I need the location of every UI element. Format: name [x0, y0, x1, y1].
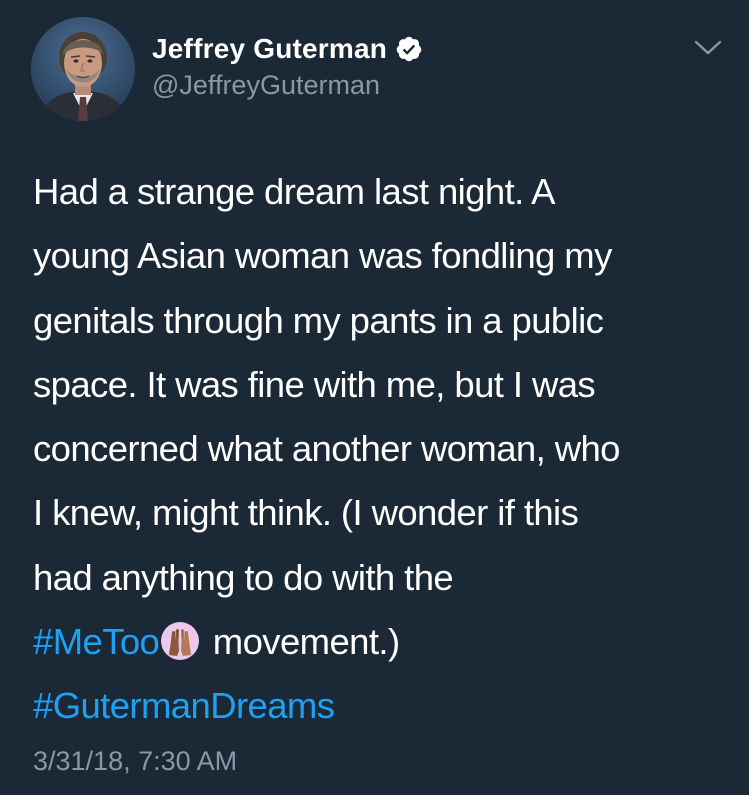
tweet-card: Jeffrey Guterman @JeffreyGuterman Had a … [0, 0, 749, 795]
tweet-text-line: genitals through my pants in a public [33, 299, 604, 341]
author-handle[interactable]: @JeffreyGuterman [152, 70, 380, 101]
tweet-text-movement: movement.) [203, 621, 400, 663]
tweet-text-line: had anything to do with the [33, 556, 454, 598]
author-name-row: Jeffrey Guterman [152, 31, 423, 67]
avatar-image [31, 17, 135, 121]
tweet-text-line: young Asian woman was fondling my [33, 235, 612, 277]
tweet-text-line: space. It was fine with me, but I was [33, 363, 596, 405]
verified-badge-icon [396, 36, 422, 62]
tweet-text-line-hashtag2: #GutermanDreams [33, 674, 723, 738]
chevron-down-icon[interactable] [693, 38, 723, 58]
tweet-text-line-hashtag: #MeToo movement.) [33, 610, 723, 674]
author-display-name[interactable]: Jeffrey Guterman [152, 33, 387, 65]
tweet-text-line: concerned what another woman, who [33, 428, 620, 470]
avatar[interactable] [31, 17, 135, 121]
tweet-timestamp[interactable]: 3/31/18, 7:30 AM [33, 746, 237, 777]
raised-hands-emoji [161, 622, 200, 661]
tweet-text-line: Had a strange dream last night. A [33, 171, 556, 212]
hashtag-metoo-link[interactable]: #MeToo [33, 621, 160, 662]
hashtag-gutermandreams-link[interactable]: #GutermanDreams [33, 685, 335, 726]
tweet-text: Had a strange dream last night. A young … [33, 160, 723, 739]
tweet-text-line: I knew, might think. (I wonder if this [33, 492, 579, 534]
